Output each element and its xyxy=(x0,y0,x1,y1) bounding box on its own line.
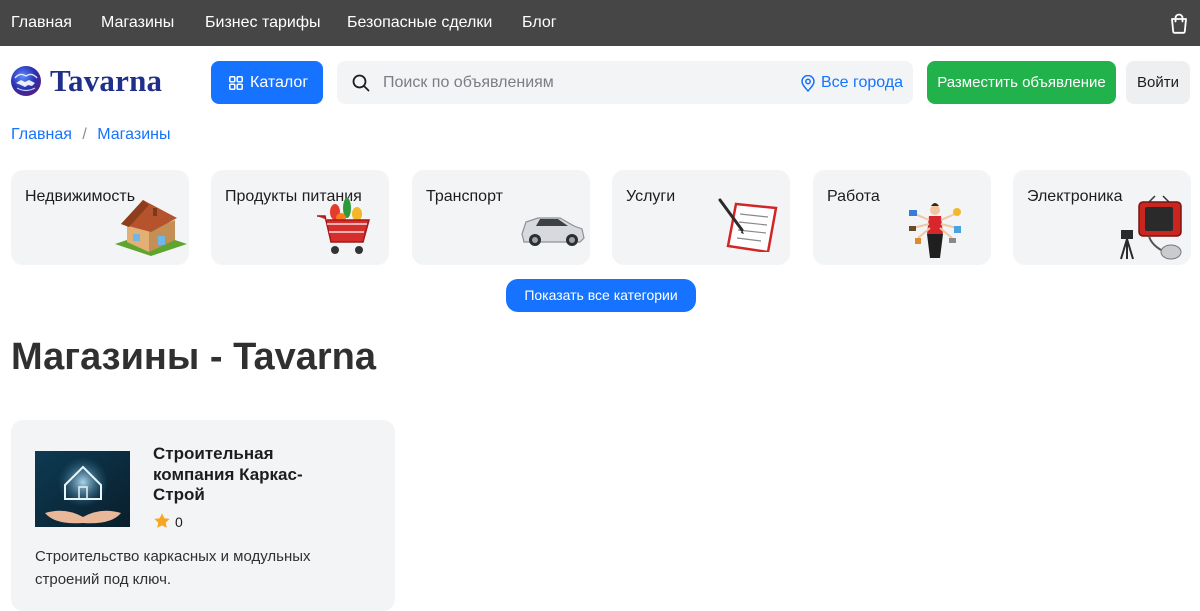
page-title: Магазины - Tavarna xyxy=(11,336,377,378)
category-electronics[interactable]: Электроника xyxy=(1013,170,1191,265)
nav-link-blog[interactable]: Блог xyxy=(522,14,557,32)
grocery-cart-icon xyxy=(317,198,370,254)
shop-name[interactable]: Строительная компания Каркас-Строй xyxy=(153,444,333,506)
search-input[interactable] xyxy=(383,71,773,95)
breadcrumb-link-shops[interactable]: Магазины xyxy=(97,126,170,143)
category-work[interactable]: Работа xyxy=(813,170,991,265)
breadcrumb-link-home[interactable]: Главная xyxy=(11,126,72,143)
nav-link-home[interactable]: Главная xyxy=(11,14,72,32)
location-pin-icon[interactable] xyxy=(801,75,815,92)
star-icon xyxy=(154,513,170,528)
house-icon xyxy=(115,200,187,256)
shop-card[interactable]: Строительная компания Каркас-Строй 0 Стр… xyxy=(11,420,395,611)
nav-link-safe-deals[interactable]: Безопасные сделки xyxy=(347,14,492,32)
site-logo[interactable]: Tavarna xyxy=(10,62,163,102)
category-services[interactable]: Услуги xyxy=(612,170,790,265)
category-food[interactable]: Продукты питания xyxy=(211,170,389,265)
category-label: Услуги xyxy=(626,188,676,205)
breadcrumb: Главная / Магазины xyxy=(11,126,170,144)
tv-icon xyxy=(1120,195,1182,260)
catalog-button-label: Каталог xyxy=(250,74,309,91)
logo-text: Tavarna xyxy=(50,63,163,98)
multitask-worker-icon xyxy=(909,203,961,258)
nav-link-business-tariffs[interactable]: Бизнес тарифы xyxy=(205,14,321,32)
catalog-button[interactable]: Каталог xyxy=(211,61,323,104)
grid-icon xyxy=(229,76,243,90)
nav-link-shops[interactable]: Магазины xyxy=(101,14,174,32)
post-ad-button[interactable]: Разместить объявление xyxy=(927,61,1116,104)
shopping-bag-icon[interactable] xyxy=(1168,12,1190,34)
clipboard-icon xyxy=(718,198,778,252)
shop-logo-image xyxy=(35,451,130,527)
show-all-categories-button[interactable]: Показать все категории xyxy=(506,279,696,312)
category-transport[interactable]: Транспорт xyxy=(412,170,590,265)
top-navigation-bar: Главная Магазины Бизнес тарифы Безопасны… xyxy=(0,0,1200,46)
category-label: Электроника xyxy=(1027,188,1123,205)
category-label: Транспорт xyxy=(426,188,503,205)
search-bar: Все города xyxy=(337,61,913,104)
city-selector[interactable]: Все города xyxy=(821,74,903,92)
category-label: Работа xyxy=(827,188,880,205)
breadcrumb-separator: / xyxy=(82,126,87,143)
shop-rating: 0 xyxy=(175,514,183,530)
search-icon xyxy=(352,74,370,92)
shop-description: Строительство каркасных и модульных стро… xyxy=(35,548,311,588)
category-real-estate[interactable]: Недвижимость xyxy=(11,170,189,265)
login-button[interactable]: Войти xyxy=(1126,61,1190,104)
car-icon xyxy=(521,217,585,246)
globe-handshake-icon xyxy=(11,66,41,96)
